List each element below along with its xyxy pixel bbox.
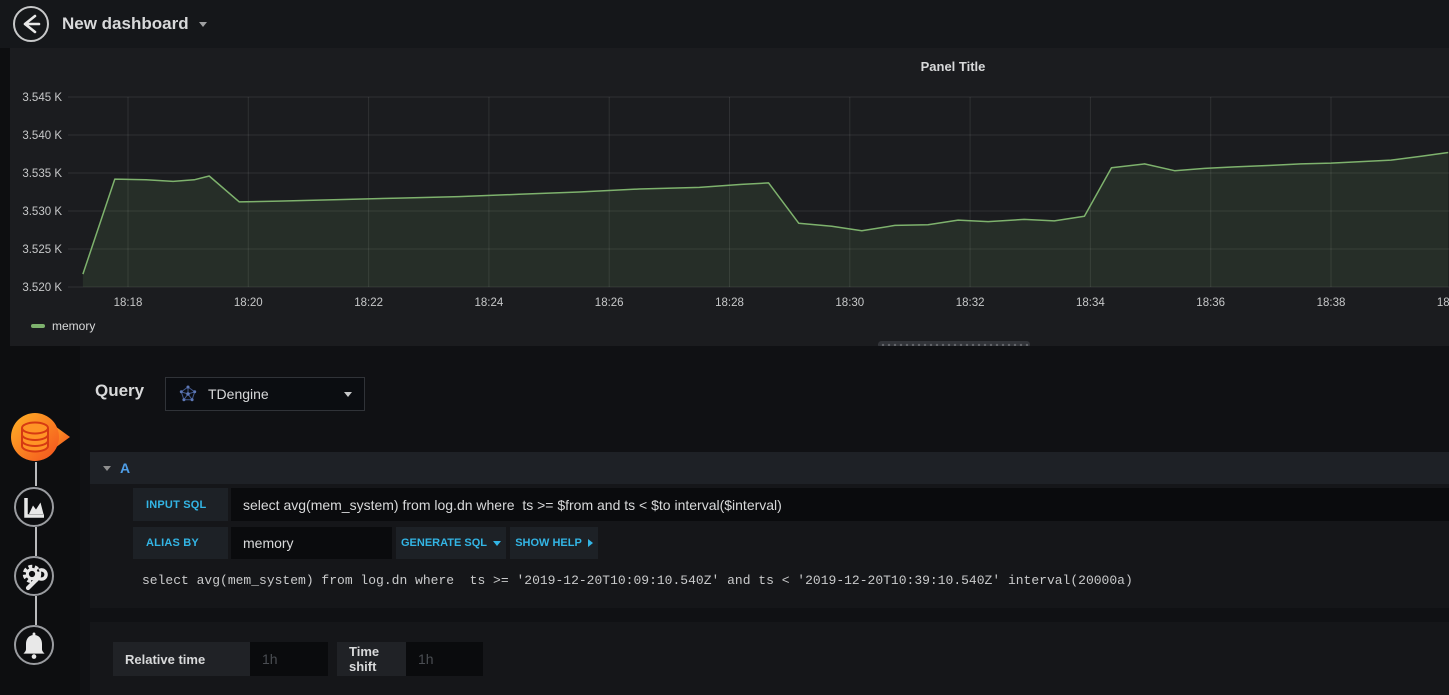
show-help-label: SHOW HELP: [515, 537, 582, 549]
generated-sql-text: select avg(mem_system) from log.dn where…: [142, 573, 1133, 588]
time-shift-label: Time shift: [337, 642, 406, 676]
sidebar-connector: [35, 527, 37, 556]
query-section-label: Query: [95, 381, 145, 400]
time-options-card: Relative time Time shift: [90, 622, 1449, 695]
gear-wrench-icon: [22, 564, 48, 591]
chevron-right-icon: [587, 539, 593, 547]
sidebar-tab-queries[interactable]: [8, 411, 72, 463]
sidebar-connector: [35, 462, 37, 486]
alias-by-label: ALIAS BY: [133, 527, 228, 559]
svg-text:18:26: 18:26: [595, 297, 624, 309]
relative-time-input[interactable]: [250, 642, 328, 676]
svg-text:18:18: 18:18: [114, 297, 143, 309]
input-sql-field[interactable]: [231, 488, 1449, 521]
dashboard-title: New dashboard: [62, 14, 189, 33]
svg-text:18:22: 18:22: [354, 297, 383, 309]
time-shift-input[interactable]: [406, 642, 483, 676]
svg-text:18:20: 18:20: [234, 297, 263, 309]
generate-sql-label: GENERATE SQL: [401, 537, 487, 549]
generate-sql-button[interactable]: GENERATE SQL: [396, 527, 506, 559]
query-ref-id: A: [120, 460, 131, 476]
svg-text:3.535 K: 3.535 K: [22, 168, 62, 180]
sidebar-tab-alert[interactable]: [14, 625, 54, 665]
svg-text:18:34: 18:34: [1076, 297, 1105, 309]
relative-time-label: Relative time: [113, 642, 250, 676]
legend-label: memory: [52, 319, 96, 333]
svg-text:3.530 K: 3.530 K: [22, 206, 62, 218]
alias-by-field[interactable]: [231, 527, 392, 559]
svg-text:3.545 K: 3.545 K: [22, 92, 62, 104]
dashboard-title-menu[interactable]: New dashboard: [62, 0, 207, 48]
database-icon: [11, 413, 70, 461]
datasource-name: TDengine: [208, 386, 269, 402]
svg-text:18:38: 18:38: [1317, 297, 1346, 309]
svg-text:18:30: 18:30: [835, 297, 864, 309]
bell-icon: [23, 632, 45, 659]
top-navbar: New dashboard: [0, 0, 1449, 48]
svg-text:18:40: 18:40: [1437, 297, 1449, 309]
query-ref-header[interactable]: A: [90, 452, 1449, 484]
query-row-card: A INPUT SQL ALIAS BY GENERATE SQL SHOW H…: [90, 452, 1449, 608]
chart-icon: [24, 498, 44, 518]
chevron-down-icon: [344, 391, 352, 397]
panel-title[interactable]: Panel Title: [921, 59, 986, 74]
graph-panel: Panel Title 3.545 K 3.540 K 3.535 K 3.530 K…: [10, 48, 1449, 346]
svg-text:18:24: 18:24: [475, 297, 504, 309]
timeseries-chart[interactable]: 3.545 K 3.540 K 3.535 K 3.530 K 3.525 K 3.520…: [10, 88, 1449, 318]
chevron-down-icon: [198, 21, 207, 27]
chevron-down-icon: [492, 540, 501, 546]
legend-item-memory[interactable]: memory: [31, 319, 95, 333]
datasource-picker[interactable]: TDengine: [165, 377, 365, 411]
arrow-left-icon: [13, 6, 49, 42]
svg-text:18:36: 18:36: [1196, 297, 1225, 309]
back-button[interactable]: [12, 5, 50, 43]
svg-text:3.525 K: 3.525 K: [22, 244, 62, 256]
collapse-caret-icon: [103, 465, 111, 471]
tdengine-logo-icon: [179, 385, 197, 402]
svg-text:18:28: 18:28: [715, 297, 744, 309]
svg-text:18:32: 18:32: [956, 297, 985, 309]
legend-color-swatch: [31, 324, 45, 328]
sidebar-tab-visualization[interactable]: [14, 487, 54, 527]
sidebar-tab-general[interactable]: [14, 556, 54, 596]
svg-text:3.540 K: 3.540 K: [22, 130, 62, 142]
sidebar-connector: [35, 596, 37, 625]
input-sql-label: INPUT SQL: [133, 488, 228, 521]
svg-text:3.520 K: 3.520 K: [22, 282, 62, 294]
show-help-button[interactable]: SHOW HELP: [510, 527, 598, 559]
